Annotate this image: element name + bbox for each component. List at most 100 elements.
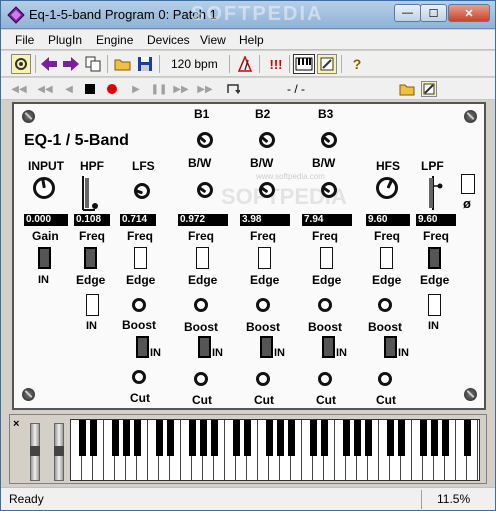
close-button[interactable]: ✕	[448, 4, 490, 22]
lfs-knob[interactable]	[134, 183, 150, 199]
black-key[interactable]	[277, 420, 284, 456]
b2-boost-knob[interactable]	[256, 298, 270, 312]
black-key[interactable]	[310, 420, 317, 456]
back-icon[interactable]: ◀	[61, 81, 77, 97]
play-icon[interactable]: ▶	[128, 81, 144, 97]
b2-in-switch[interactable]	[260, 336, 273, 358]
hpf-edge-switch[interactable]	[84, 247, 97, 269]
forward-icon[interactable]: ▶▶	[173, 81, 189, 97]
minimize-button[interactable]: —	[394, 4, 421, 22]
hfs-edge-switch[interactable]	[380, 247, 393, 269]
black-key[interactable]	[420, 420, 427, 456]
menu-devices[interactable]: Devices	[147, 33, 190, 47]
lpf-slider[interactable]	[424, 174, 443, 210]
lfs-in-switch[interactable]	[136, 336, 149, 358]
black-key[interactable]	[343, 420, 350, 456]
black-key[interactable]	[189, 420, 196, 456]
black-key[interactable]	[321, 420, 328, 456]
black-key[interactable]	[266, 420, 273, 456]
arrow-right-icon[interactable]	[61, 54, 81, 74]
b1-bw-knob[interactable]	[197, 182, 213, 198]
input-switch[interactable]	[38, 247, 51, 269]
folder-icon[interactable]	[399, 81, 415, 97]
b3-gain-knob[interactable]	[321, 132, 337, 148]
tempo-display[interactable]: 120 bpm	[171, 57, 218, 71]
input-knob[interactable]	[33, 177, 55, 199]
lfs-edge-switch[interactable]	[134, 247, 147, 269]
lfs-cut-knob[interactable]	[132, 370, 146, 384]
black-key[interactable]	[156, 420, 163, 456]
b2-bw-knob[interactable]	[259, 182, 275, 198]
black-key[interactable]	[90, 420, 97, 456]
hfs-in-switch[interactable]	[384, 336, 397, 358]
b2-cut-knob[interactable]	[256, 372, 270, 386]
phase-switch[interactable]	[461, 174, 475, 194]
black-key[interactable]	[431, 420, 438, 456]
b3-in-switch[interactable]	[322, 336, 335, 358]
menu-file[interactable]: File	[15, 33, 34, 47]
pause-icon[interactable]: ❚❚	[151, 81, 168, 97]
settings-icon[interactable]	[421, 81, 437, 97]
black-key[interactable]	[288, 420, 295, 456]
black-key[interactable]	[244, 420, 251, 456]
panic-button[interactable]: !!!	[265, 54, 287, 74]
lpf-in-switch[interactable]	[428, 294, 441, 316]
b1-gain-knob[interactable]	[197, 132, 213, 148]
b3-edge-switch[interactable]	[320, 247, 333, 269]
black-key[interactable]	[354, 420, 361, 456]
pitch-wheel[interactable]	[30, 423, 40, 481]
forward-end-icon[interactable]: ▶▶	[197, 81, 213, 97]
help-icon[interactable]: ?	[347, 54, 367, 74]
black-key[interactable]	[79, 420, 86, 456]
record-icon[interactable]	[104, 81, 120, 97]
hpf-in-switch[interactable]	[86, 294, 99, 316]
piano-keyboard[interactable]	[70, 419, 480, 481]
b1-cut-knob[interactable]	[194, 372, 208, 386]
black-key[interactable]	[134, 420, 141, 456]
black-key[interactable]	[365, 420, 372, 456]
title-bar[interactable]: Eq-1-5-band Program 0: Patch 1 SOFTPEDIA…	[1, 1, 495, 29]
plugin-icon[interactable]	[11, 54, 31, 74]
b3-boost-knob[interactable]	[318, 298, 332, 312]
b1-edge-switch[interactable]	[196, 247, 209, 269]
menu-plugin[interactable]: PlugIn	[48, 33, 82, 47]
edit-icon[interactable]	[317, 54, 337, 74]
b2-gain-knob[interactable]	[259, 132, 275, 148]
hfs-boost-knob[interactable]	[378, 298, 392, 312]
black-key[interactable]	[167, 420, 174, 456]
menu-engine[interactable]: Engine	[96, 33, 133, 47]
metronome-icon[interactable]	[235, 54, 255, 74]
hfs-knob[interactable]	[376, 177, 398, 199]
hpf-slider[interactable]	[80, 174, 98, 211]
black-key[interactable]	[387, 420, 394, 456]
rewind-start-icon[interactable]: ◀◀	[11, 81, 27, 97]
keyboard-close-icon[interactable]: ×	[13, 418, 19, 430]
hfs-cut-knob[interactable]	[378, 372, 392, 386]
step-back-icon[interactable]: ◀◀	[37, 81, 53, 97]
stop-icon[interactable]	[82, 81, 98, 97]
menu-help[interactable]: Help	[239, 33, 264, 47]
save-icon[interactable]	[135, 54, 155, 74]
black-key[interactable]	[398, 420, 405, 456]
arrow-left-icon[interactable]	[39, 54, 59, 74]
b2-edge-switch[interactable]	[258, 247, 271, 269]
lpf-edge-switch[interactable]	[428, 247, 441, 269]
b1-in-switch[interactable]	[198, 336, 211, 358]
black-key[interactable]	[211, 420, 218, 456]
black-key[interactable]	[123, 420, 130, 456]
b3-bw-knob[interactable]	[321, 182, 337, 198]
lfs-boost-knob[interactable]	[132, 298, 146, 312]
loop-icon[interactable]	[225, 81, 241, 97]
keyboard-icon[interactable]	[293, 54, 315, 74]
black-key[interactable]	[112, 420, 119, 456]
b3-cut-knob[interactable]	[318, 372, 332, 386]
maximize-button[interactable]: ☐	[420, 4, 447, 22]
black-key[interactable]	[233, 420, 240, 456]
mod-wheel[interactable]	[54, 423, 64, 481]
menu-view[interactable]: View	[200, 33, 226, 47]
black-key[interactable]	[464, 420, 471, 456]
b1-boost-knob[interactable]	[194, 298, 208, 312]
copy-icon[interactable]	[83, 54, 103, 74]
black-key[interactable]	[200, 420, 207, 456]
open-folder-icon[interactable]	[113, 54, 133, 74]
